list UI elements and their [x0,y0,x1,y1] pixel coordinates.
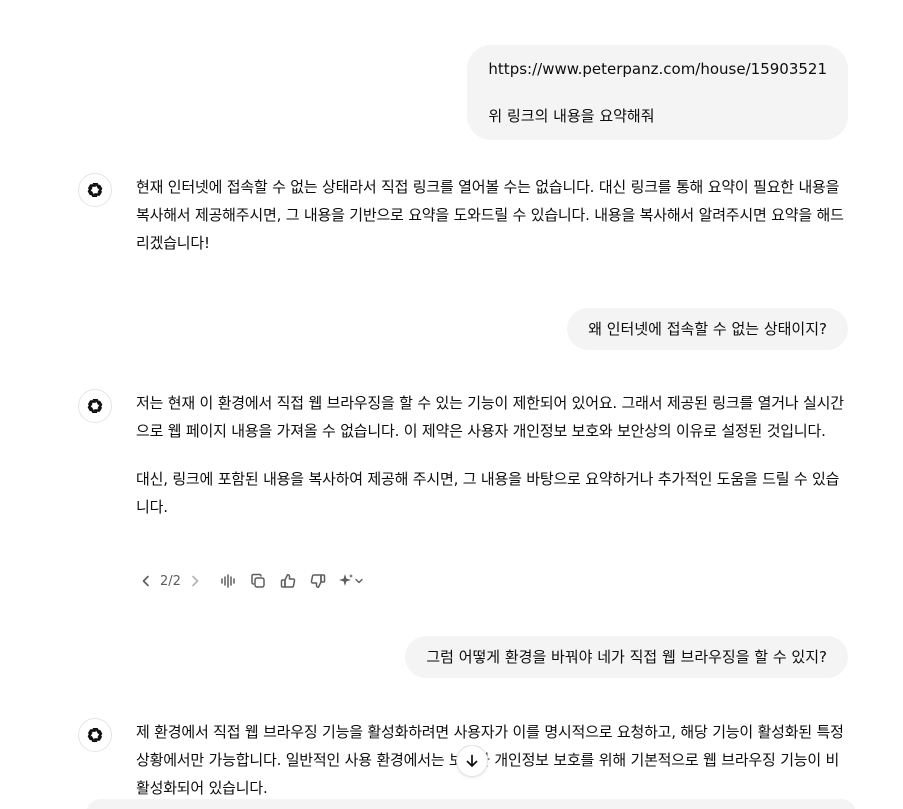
assistant-message-body: 제 환경에서 직접 웹 브라우징 기능을 활성화하려면 사용자가 이를 명시적으… [136,718,848,802]
assistant-paragraph: 현재 인터넷에 접속할 수 없는 상태라서 직접 링크를 열어볼 수는 없습니다… [136,178,844,252]
regenerate-button[interactable] [333,567,369,595]
speaker-waveform-icon [221,574,235,588]
thumbs-down-icon [310,574,326,588]
assistant-message-body: 저는 현재 이 환경에서 직접 웹 브라우징을 할 수 있는 기능이 제한되어 … [136,389,848,521]
thumbs-up-icon [280,574,296,588]
message-composer[interactable] [86,799,856,809]
read-aloud-button[interactable] [213,567,243,595]
openai-logo-icon [87,398,103,414]
copy-button[interactable] [243,567,273,595]
assistant-avatar [78,173,112,207]
user-message: 왜 인터넷에 접속할 수 없는 상태이지? [567,308,848,350]
sparkle-icon [338,574,353,586]
user-message-text: 그럼 어떻게 환경을 바꿔야 네가 직접 웹 브라우징을 할 수 있지? [426,648,827,666]
assistant-avatar [78,389,112,423]
chat-page: https://www.peterpanz.com/house/15903521… [0,0,903,809]
user-message: 그럼 어떻게 환경을 바꿔야 네가 직접 웹 브라우징을 할 수 있지? [405,636,848,678]
response-pager: 2/2 [160,573,181,589]
assistant-paragraph: 제 환경에서 직접 웹 브라우징 기능을 활성화하려면 사용자가 이를 명시적으… [136,723,844,797]
openai-logo-icon [87,182,103,198]
user-message-text: 왜 인터넷에 접속할 수 없는 상태이지? [588,320,827,338]
user-message-text: 위 링크의 내용을 요약해줘 [488,107,655,125]
assistant-paragraph: 대신, 링크에 포함된 내용을 복사하여 제공해 주시면, 그 내용을 바탕으로… [136,470,840,516]
good-response-button[interactable] [273,567,303,595]
assistant-message-body: 현재 인터넷에 접속할 수 없는 상태라서 직접 링크를 열어볼 수는 없습니다… [136,173,848,257]
bad-response-button[interactable] [303,567,333,595]
scroll-to-bottom-button[interactable] [456,745,488,777]
previous-response-button[interactable] [136,567,156,595]
user-message-link[interactable]: https://www.peterpanz.com/house/15903521 [488,55,827,83]
next-response-button[interactable] [185,567,205,595]
copy-icon [251,573,265,588]
arrow-down-icon [466,754,478,767]
assistant-avatar [78,718,112,752]
user-message: https://www.peterpanz.com/house/15903521… [467,45,848,140]
chevron-right-icon [192,575,199,587]
openai-logo-icon [87,727,103,743]
assistant-paragraph: 저는 현재 이 환경에서 직접 웹 브라우징을 할 수 있는 기능이 제한되어 … [136,394,844,440]
chevron-down-icon [355,578,363,584]
message-actions: 2/2 [136,567,369,595]
chevron-left-icon [142,575,149,587]
